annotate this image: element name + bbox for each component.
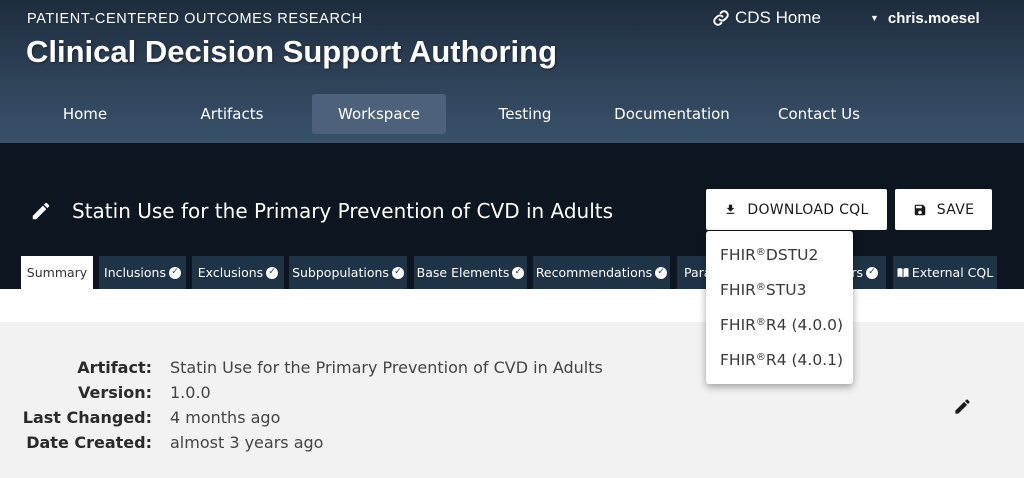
save-label: SAVE	[936, 201, 975, 218]
tab-label: rs	[851, 265, 863, 280]
nav-contact-us[interactable]: Contact Us	[752, 94, 886, 134]
tab-base-elements[interactable]: Base Elements ✓	[414, 256, 527, 289]
menu-item-suffix: STU3	[765, 280, 807, 299]
menu-item-fhir-r4-401[interactable]: FHIR ® R4 (4.0.1)	[706, 342, 853, 377]
detail-value: 4 months ago	[170, 408, 281, 427]
tab-label: Summary	[26, 265, 88, 280]
artifact-tabs: Summary Inclusions ✓ Exclusions ✓ Subpop…	[0, 256, 1024, 289]
menu-item-suffix: R4 (4.0.1)	[765, 350, 844, 369]
tab-exclusions[interactable]: Exclusions ✓	[192, 256, 284, 289]
tab-label: Base Elements	[416, 265, 510, 280]
registered-mark: ®	[755, 247, 766, 258]
nav-documentation[interactable]: Documentation	[605, 94, 739, 134]
menu-item-fhir-r4-400[interactable]: FHIR ® R4 (4.0.0)	[706, 307, 853, 342]
menu-item-prefix: FHIR	[720, 280, 756, 299]
tab-label: Inclusions	[104, 265, 166, 280]
nav-workspace[interactable]: Workspace	[312, 94, 446, 134]
detail-row-artifact: Artifact: Statin Use for the Primary Pre…	[0, 356, 700, 381]
detail-value: 1.0.0	[170, 383, 211, 402]
registered-mark: ®	[755, 352, 766, 363]
download-cql-label: DOWNLOAD CQL	[747, 201, 869, 218]
download-icon	[727, 204, 735, 214]
menu-item-prefix: FHIR	[720, 315, 756, 334]
menu-item-fhir-dstu2[interactable]: FHIR ® DSTU2	[706, 237, 853, 272]
detail-row-version: Version: 1.0.0	[0, 381, 700, 406]
check-circle-icon: ✓	[655, 266, 668, 279]
tab-subpopulations[interactable]: Subpopulations ✓	[289, 256, 407, 289]
download-cql-menu: FHIR ® DSTU2 FHIR ® STU3 FHIR ® R4 (4.0.0) FHI…	[706, 231, 853, 384]
artifact-title: Statin Use for the Primary Prevention of…	[72, 199, 614, 223]
menu-item-suffix: DSTU2	[765, 245, 819, 264]
check-circle-icon: ✓	[168, 266, 181, 279]
app-header: PATIENT-CENTERED OUTCOMES RESEARCH Clini…	[0, 0, 1024, 143]
check-circle-icon: ✓	[266, 266, 279, 279]
save-button[interactable]: SAVE	[895, 189, 992, 230]
detail-value: Statin Use for the Primary Prevention of…	[170, 358, 603, 377]
detail-label: Version:	[77, 383, 152, 402]
check-circle-icon: ✓	[512, 266, 525, 279]
pencil-icon[interactable]	[953, 397, 972, 416]
registered-mark: ®	[755, 317, 766, 328]
tab-inclusions[interactable]: Inclusions ✓	[99, 256, 186, 289]
menu-item-prefix: FHIR	[720, 350, 756, 369]
detail-value: almost 3 years ago	[170, 433, 324, 452]
caret-down-icon: ▼	[870, 13, 879, 23]
user-menu[interactable]: ▼ chris.moesel	[870, 8, 980, 28]
detail-label: Artifact:	[77, 358, 152, 377]
check-circle-icon: ✓	[391, 266, 404, 279]
tab-content-top	[0, 289, 1024, 322]
tab-external-cql[interactable]: External CQL	[893, 256, 997, 289]
detail-label: Last Changed:	[22, 408, 152, 427]
tab-label: Exclusions	[197, 265, 264, 280]
nav-testing[interactable]: Testing	[458, 94, 592, 134]
tab-label: Subpopulations	[292, 265, 389, 280]
user-name: chris.moesel	[887, 9, 980, 27]
book-icon	[897, 268, 909, 278]
download-cql-button[interactable]: DOWNLOAD CQL	[706, 189, 887, 230]
nav-artifacts[interactable]: Artifacts	[165, 94, 299, 134]
menu-item-suffix: R4 (4.0.0)	[765, 315, 844, 334]
cds-home-link[interactable]: CDS Home	[712, 8, 821, 28]
registered-mark: ®	[755, 282, 766, 293]
pencil-icon[interactable]	[30, 200, 52, 222]
detail-row-last-changed: Last Changed: 4 months ago	[0, 406, 700, 431]
floppy-disk-icon	[914, 204, 926, 215]
tab-summary[interactable]: Summary	[21, 256, 93, 289]
tab-recommendations[interactable]: Recommendations ✓	[533, 256, 670, 289]
nav-home[interactable]: Home	[18, 94, 152, 134]
main-nav: Home Artifacts Workspace Testing Documen…	[0, 94, 1024, 134]
header-supertitle: PATIENT-CENTERED OUTCOMES RESEARCH	[27, 11, 363, 27]
menu-item-fhir-stu3[interactable]: FHIR ® STU3	[706, 272, 853, 307]
tab-label: Recommendations	[535, 265, 653, 280]
detail-row-date-created: Date Created: almost 3 years ago	[0, 431, 700, 456]
artifact-title-row: Statin Use for the Primary Prevention of…	[30, 198, 613, 224]
menu-item-prefix: FHIR	[720, 245, 756, 264]
cds-home-label: CDS Home	[735, 8, 821, 27]
app-title: Clinical Decision Support Authoring	[26, 34, 558, 69]
check-circle-icon: ✓	[866, 266, 878, 279]
link-icon	[713, 10, 729, 26]
detail-label: Date Created:	[26, 433, 152, 452]
tab-label: External CQL	[911, 265, 994, 280]
